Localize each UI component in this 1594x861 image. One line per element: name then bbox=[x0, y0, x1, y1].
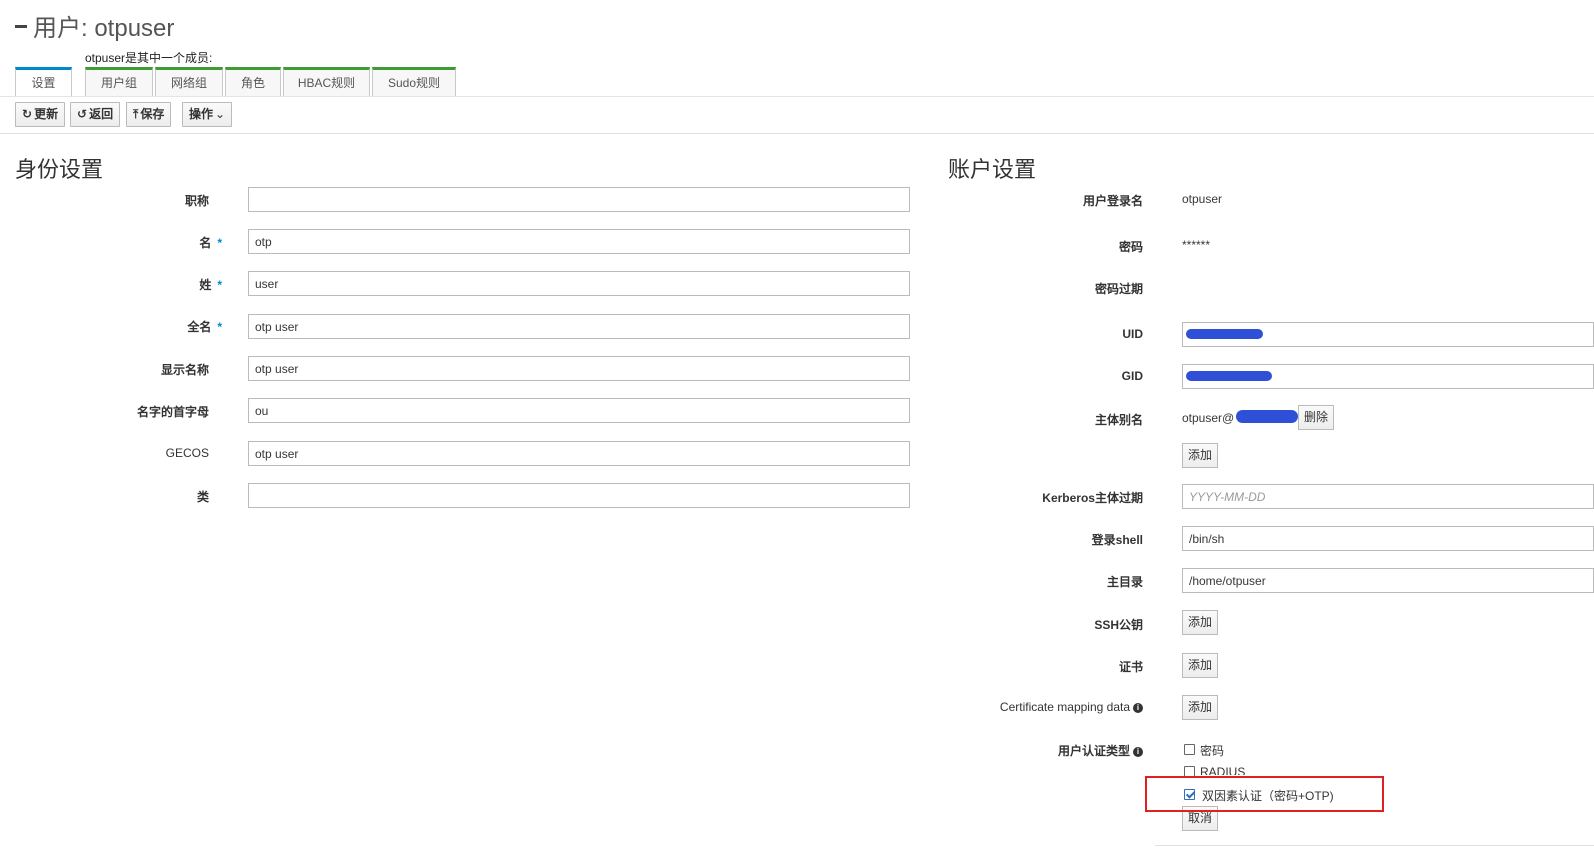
title-input[interactable] bbox=[248, 187, 910, 212]
required-mark: * bbox=[217, 278, 222, 292]
member-of-label: otpuser是其中一个成员: bbox=[85, 51, 213, 65]
certificate-mapping-label: Certificate mapping data i bbox=[1000, 700, 1143, 714]
page-title: 用户: otpuser bbox=[15, 8, 174, 43]
class-input[interactable] bbox=[248, 483, 910, 508]
first-name-input[interactable] bbox=[248, 229, 910, 254]
password-label: 密码 bbox=[1118, 240, 1143, 254]
title-label: 职称 bbox=[184, 194, 209, 208]
class-label: 类 bbox=[196, 490, 209, 504]
kerberos-expiration-input[interactable] bbox=[1182, 484, 1594, 509]
undo-icon: ↺ bbox=[77, 107, 88, 121]
display-name-label: 显示名称 bbox=[160, 363, 209, 377]
required-mark: * bbox=[217, 320, 222, 334]
upload-icon: ⤒ bbox=[133, 107, 139, 121]
info-icon[interactable]: i bbox=[1133, 746, 1143, 757]
home-directory-input[interactable] bbox=[1182, 568, 1594, 593]
chevron-down-icon: ⌄ bbox=[215, 107, 226, 121]
last-name-label: 姓 * bbox=[199, 278, 222, 292]
gecos-label: GECOS bbox=[165, 446, 209, 460]
tab-roles[interactable]: 角色 bbox=[225, 67, 281, 96]
back-label: 返回 bbox=[89, 107, 114, 121]
tab-sudo-rules[interactable]: Sudo规则 bbox=[372, 67, 456, 96]
add-certificate-button[interactable]: 添加 bbox=[1182, 653, 1219, 678]
tab-label: HBAC规则 bbox=[297, 76, 356, 90]
identity-section-title: 身份设置 bbox=[15, 157, 104, 182]
redaction-mark bbox=[1186, 329, 1263, 339]
tab-label: 设置 bbox=[31, 76, 56, 90]
save-button[interactable]: ⤒ 保存 bbox=[126, 102, 172, 127]
login-shell-label: 登录shell bbox=[1091, 533, 1143, 547]
add-ssh-key-button[interactable]: 添加 bbox=[1182, 610, 1219, 635]
redaction-mark bbox=[1186, 371, 1272, 381]
required-mark: * bbox=[217, 236, 222, 250]
tab-label: 角色 bbox=[240, 76, 265, 90]
tab-settings[interactable]: 设置 bbox=[15, 67, 72, 96]
password-expiration-label: 密码过期 bbox=[1094, 282, 1143, 296]
auth-radius-label: RADIUS bbox=[1200, 765, 1246, 775]
tab-netgroups[interactable]: 网络组 bbox=[155, 67, 223, 96]
certificate-label: 证书 bbox=[1118, 660, 1143, 674]
login-value: otpuser bbox=[1182, 192, 1223, 206]
actions-dropdown[interactable]: 操作 ⌄ bbox=[182, 102, 233, 127]
display-name-input[interactable] bbox=[248, 356, 910, 381]
auth-type-label: 用户认证类型 i bbox=[1058, 742, 1143, 759]
back-button[interactable]: ↺ 返回 bbox=[70, 102, 121, 127]
password-value: ****** bbox=[1182, 238, 1211, 252]
redaction-mark bbox=[1236, 410, 1298, 423]
initials-label: 名字的首字母 bbox=[136, 405, 209, 419]
ssh-key-label: SSH公钥 bbox=[1094, 618, 1143, 632]
full-name-label: 全名 * bbox=[187, 320, 222, 334]
page-title-text: 用户: otpuser bbox=[33, 15, 175, 42]
home-directory-label: 主目录 bbox=[1106, 575, 1143, 589]
refresh-button[interactable]: ↻ 更新 bbox=[15, 102, 66, 127]
auth-password-checkbox[interactable] bbox=[1184, 744, 1195, 755]
toolbar-divider bbox=[0, 133, 1594, 134]
refresh-label: 更新 bbox=[34, 107, 59, 121]
delete-principal-button[interactable]: 删除 bbox=[1298, 405, 1335, 430]
principal-alias-label: 主体别名 bbox=[1094, 413, 1143, 427]
add-principal-button[interactable]: 添加 bbox=[1182, 443, 1219, 468]
initials-input[interactable] bbox=[248, 398, 910, 423]
add-certificate-mapping-button[interactable]: 添加 bbox=[1182, 695, 1219, 720]
tab-hbac-rules[interactable]: HBAC规则 bbox=[283, 67, 370, 96]
kerberos-expiration-label: Kerberos主体过期 bbox=[1042, 491, 1143, 505]
highlight-annotation bbox=[1145, 776, 1384, 812]
gid-label: GID bbox=[1121, 369, 1143, 383]
divider bbox=[1155, 845, 1594, 846]
gecos-input[interactable] bbox=[248, 441, 910, 466]
info-icon[interactable]: i bbox=[1133, 702, 1143, 713]
last-name-input[interactable] bbox=[248, 271, 910, 296]
tab-label: 用户组 bbox=[100, 76, 137, 90]
collapse-icon[interactable] bbox=[15, 25, 27, 29]
login-label: 用户登录名 bbox=[1082, 194, 1143, 208]
uid-label: UID bbox=[1122, 327, 1143, 341]
principal-alias-value: otpuser@ bbox=[1182, 411, 1235, 425]
first-name-label: 名 * bbox=[199, 236, 222, 250]
tab-label: 网络组 bbox=[170, 76, 207, 90]
tabs-divider bbox=[0, 96, 1594, 97]
tab-label: Sudo规则 bbox=[387, 76, 441, 90]
login-shell-input[interactable] bbox=[1182, 526, 1594, 551]
account-section-title: 账户设置 bbox=[948, 157, 1037, 182]
save-label: 保存 bbox=[140, 107, 165, 121]
actions-label: 操作 bbox=[189, 107, 214, 121]
refresh-icon: ↻ bbox=[22, 107, 33, 121]
tab-user-groups[interactable]: 用户组 bbox=[85, 67, 153, 96]
auth-password-label: 密码 bbox=[1200, 744, 1225, 758]
full-name-input[interactable] bbox=[248, 314, 910, 339]
